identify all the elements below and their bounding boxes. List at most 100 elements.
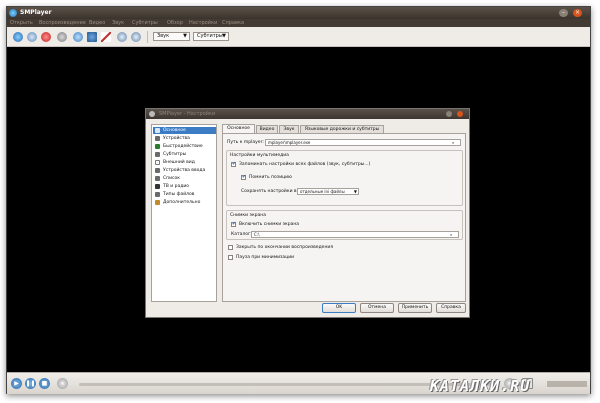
window-title: SMPlayer xyxy=(20,9,52,16)
enable-screenshots-checkbox[interactable] xyxy=(231,221,236,227)
folder-icon[interactable]: ⌕ xyxy=(450,232,456,237)
subtitle-track-label: Субтитры xyxy=(197,33,223,39)
dialog-titlebar[interactable]: SMPlayer - Настройки xyxy=(146,109,469,119)
screenshots-folder-value: C:\ xyxy=(254,232,260,237)
minimize-icon[interactable]: – xyxy=(559,9,568,17)
remember-settings-label: Запоминать настройки всех файлов (звук, … xyxy=(239,162,371,167)
subtitles-icon xyxy=(155,152,160,157)
rewind-icon[interactable]: « xyxy=(57,378,68,389)
menu-browse[interactable]: Обзор xyxy=(167,20,183,26)
general-icon xyxy=(155,128,160,133)
close-on-finish-label: Закрыть по окончании воспроизведения xyxy=(236,245,334,250)
tab-general[interactable]: Основное xyxy=(222,124,255,133)
compact-icon[interactable] xyxy=(117,32,127,42)
screenshots-folder-field[interactable]: C:\ ⌕ xyxy=(251,231,459,238)
category-label: Субтитры xyxy=(163,152,187,157)
pause-minimize-checkbox[interactable] xyxy=(228,255,233,260)
folder-icon[interactable]: ⌕ xyxy=(452,140,458,145)
disc-icon[interactable] xyxy=(27,32,37,42)
audio-track-select[interactable]: Звук ▼ xyxy=(153,32,190,41)
remember-position-checkbox[interactable] xyxy=(241,174,246,180)
favorites-icon[interactable] xyxy=(41,32,51,42)
save-settings-value: отдельные ini файлы xyxy=(300,189,345,194)
menu-bar: Открыть Воспроизведение Видео Звук Субти… xyxy=(7,19,590,27)
general-panel: Путь к mplayer: mplayer\mplayer.exe ⌕ На… xyxy=(222,133,466,302)
enable-screenshots-label: Включить снимки экрана xyxy=(239,222,300,227)
menu-playback[interactable]: Воспроизведение xyxy=(39,20,86,26)
smplayer-app-icon xyxy=(9,9,17,17)
remember-position-label: Помнить позицию xyxy=(249,175,292,180)
category-input[interactable]: Устройства ввода xyxy=(153,167,216,174)
cancel-button[interactable]: Отмена xyxy=(360,303,394,313)
category-general[interactable]: Основное xyxy=(153,127,216,134)
dialog-title: SMPlayer - Настройки xyxy=(159,111,216,117)
audio-track-label: Звук xyxy=(157,33,170,39)
media-settings-group: Настройки мультимедиа Запоминать настрой… xyxy=(226,150,463,206)
keyboard-icon xyxy=(155,168,160,173)
category-devices[interactable]: Устройства xyxy=(153,135,216,142)
close-icon[interactable]: × xyxy=(573,9,582,17)
save-settings-select[interactable]: отдельные ini файлы ▼ xyxy=(297,188,359,195)
category-performance[interactable]: Быстродействие xyxy=(153,143,216,150)
remember-settings-checkbox[interactable] xyxy=(231,161,236,167)
category-list: Основное Устройства Быстродействие Субти… xyxy=(151,124,217,302)
category-playlist[interactable]: Список xyxy=(153,175,216,182)
site-watermark: КАТАЛКИ.RU xyxy=(430,377,531,395)
menu-video[interactable]: Видео xyxy=(89,20,105,26)
devices-icon xyxy=(155,136,160,141)
pause-icon[interactable]: ❚❚ xyxy=(25,378,36,389)
media-group-title: Настройки мультимедиа xyxy=(230,153,289,158)
category-label: Основное xyxy=(163,128,186,133)
fullscreen-icon[interactable] xyxy=(131,32,141,42)
ok-button[interactable]: OK xyxy=(322,303,356,313)
preferences-dialog: SMPlayer - Настройки Основное Устройства… xyxy=(145,108,470,318)
performance-icon xyxy=(155,144,160,149)
category-label: Устройства ввода xyxy=(163,168,206,173)
category-label: Устройства xyxy=(163,136,190,141)
subtitle-track-select[interactable]: Субтитры ▼ xyxy=(193,32,229,41)
tab-audio[interactable]: Звук xyxy=(279,125,299,133)
category-subtitles[interactable]: Субтитры xyxy=(153,151,216,158)
chevron-down-icon: ▼ xyxy=(183,33,187,39)
menu-help[interactable]: Справка xyxy=(222,20,244,26)
tab-languages[interactable]: Языковые дорожки и субтитры xyxy=(300,125,384,133)
mplayer-path-label: Путь к mplayer: xyxy=(227,140,264,145)
dialog-app-icon xyxy=(149,111,155,117)
help-icon[interactable] xyxy=(446,111,452,117)
advanced-icon xyxy=(155,200,160,205)
category-label: ТВ и радио xyxy=(163,184,190,189)
playlist-icon[interactable] xyxy=(57,32,67,42)
screenshots-group: Снимки экрана Включить снимки экрана Кат… xyxy=(226,210,463,240)
help-button[interactable]: Справка xyxy=(436,303,466,313)
category-interface[interactable]: Внешний вид xyxy=(153,159,216,166)
stop-icon[interactable]: ■ xyxy=(39,378,50,389)
play-icon[interactable]: ▶ xyxy=(11,378,22,389)
menu-subtitles[interactable]: Субтитры xyxy=(132,20,158,26)
window-titlebar[interactable]: SMPlayer – × xyxy=(7,7,590,19)
category-advanced[interactable]: Дополнительно xyxy=(153,199,216,206)
player-window: SMPlayer – × Открыть Воспроизведение Вид… xyxy=(6,6,591,394)
main-toolbar: Звук ▼ Субтитры ▼ xyxy=(7,27,590,47)
pause-minimize-label: Пауза при минимизации xyxy=(236,255,295,260)
mplayer-path-value: mplayer\mplayer.exe xyxy=(268,140,311,145)
menu-options[interactable]: Настройки xyxy=(189,20,217,26)
apply-button[interactable]: Применить xyxy=(398,303,432,313)
mplayer-path-field[interactable]: mplayer\mplayer.exe ⌕ xyxy=(265,139,461,146)
category-file-types[interactable]: Типы файлов xyxy=(153,191,216,198)
category-tv[interactable]: ТВ и радио xyxy=(153,183,216,190)
eject-icon[interactable] xyxy=(13,32,23,42)
tab-video[interactable]: Видео xyxy=(256,125,278,133)
pen-icon[interactable] xyxy=(101,32,111,42)
category-label: Дополнительно xyxy=(163,200,201,205)
file-types-icon xyxy=(155,192,160,197)
chevron-down-icon: ▼ xyxy=(222,33,226,39)
close-on-finish-checkbox[interactable] xyxy=(228,245,233,250)
menu-open[interactable]: Открыть xyxy=(10,20,33,26)
volume-slider[interactable] xyxy=(547,381,587,387)
close-icon[interactable] xyxy=(457,111,463,117)
list-icon[interactable] xyxy=(87,32,97,42)
menu-audio[interactable]: Звук xyxy=(112,20,124,26)
folder-label: Каталог: xyxy=(231,232,252,237)
category-label: Типы файлов xyxy=(163,192,195,197)
info-icon[interactable] xyxy=(73,32,83,42)
